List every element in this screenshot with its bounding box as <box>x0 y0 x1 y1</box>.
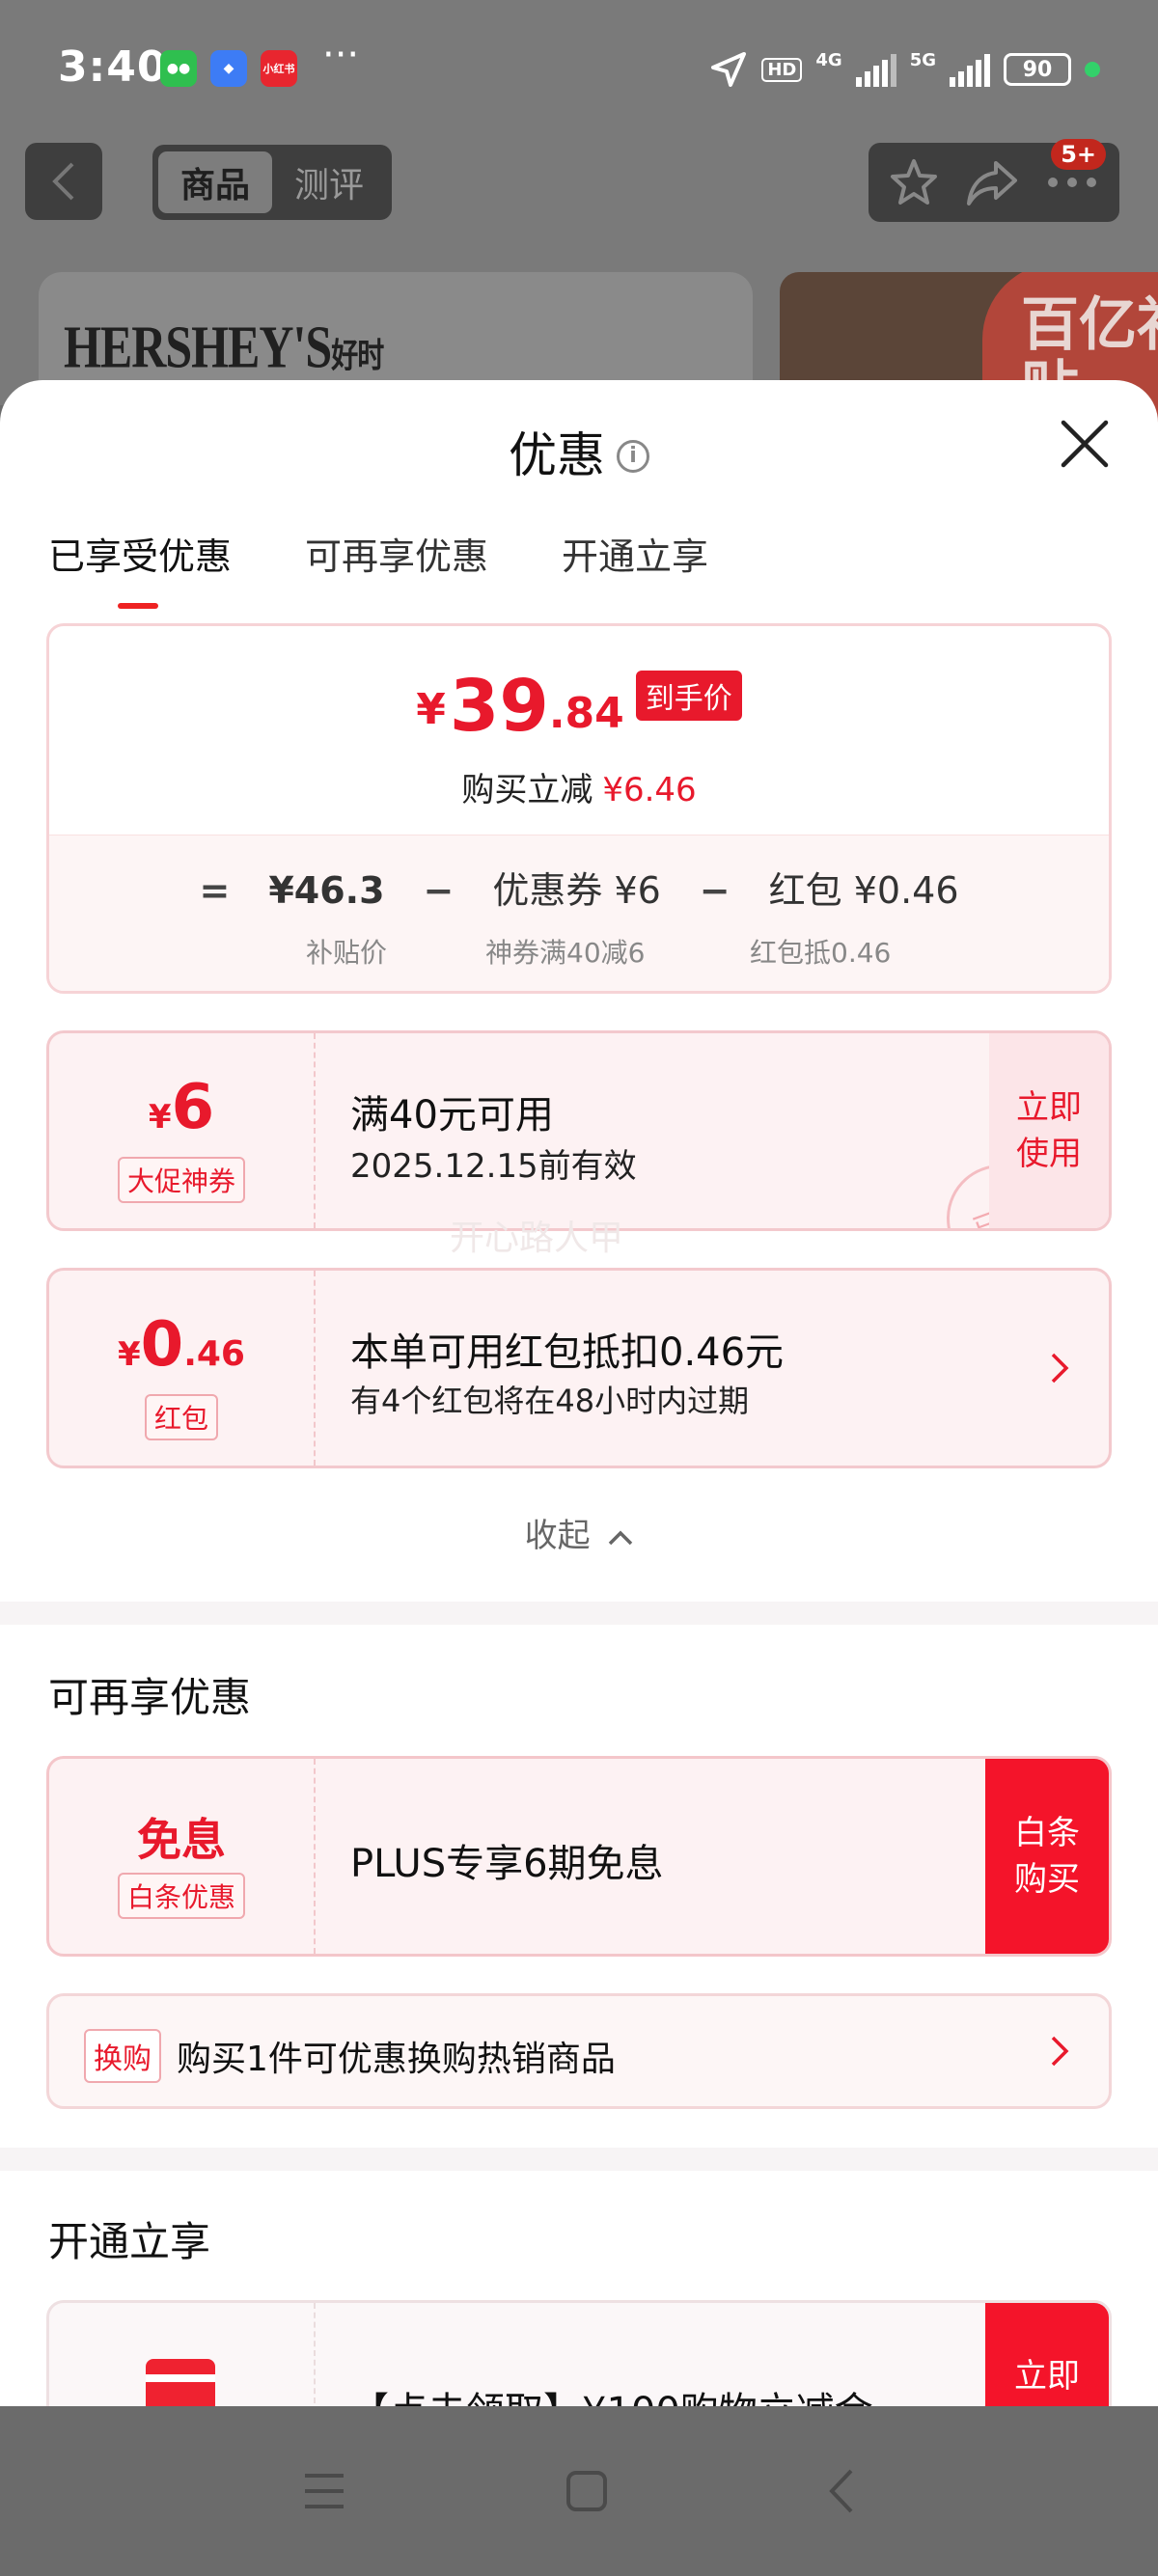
more-icon[interactable] <box>1045 175 1099 190</box>
discount-sheet: 优惠 i 已享受优惠 可再享优惠 开通立享 ¥ 39 .84 到手价 购买立减 ¥6… <box>0 380 1158 2406</box>
voucher-title: 【点击领取】¥100购物立减金 <box>350 2380 873 2406</box>
claim-now-button[interactable]: 立即 <box>985 2303 1109 2406</box>
back-nav-icon[interactable] <box>826 2467 857 2515</box>
hd-icon: HD <box>761 57 803 82</box>
redpacket-card[interactable]: ¥0.46 红包 本单可用红包抵扣0.46元 有4个红包将在48小时内过期 <box>46 1268 1112 1468</box>
redpacket-value: ¥0.46 <box>118 1309 245 1381</box>
chevron-right-icon <box>1051 1353 1069 1384</box>
star-icon[interactable] <box>889 157 939 207</box>
product-segment: 商品 测评 <box>152 145 392 220</box>
interest-free-title: PLUS专享6期免息 <box>350 1842 664 1886</box>
wechat-icon: ●● <box>160 50 197 87</box>
share-icon[interactable] <box>965 157 1019 207</box>
tab-review[interactable]: 测评 <box>272 151 386 213</box>
product-top-nav: 商品 测评 5+ <box>0 139 1158 224</box>
menu-icon[interactable] <box>301 2470 347 2512</box>
redpacket-expiry-note: 有4个红包将在48小时内过期 <box>350 1383 750 1419</box>
coupon-type-chip: 大促神券 <box>117 1157 245 1203</box>
credit-card-icon <box>146 2359 215 2406</box>
signal-icon-2 <box>950 52 990 87</box>
info-icon[interactable]: i <box>617 439 649 473</box>
section-divider <box>0 1602 1158 1625</box>
top-actions: 5+ <box>868 139 1119 222</box>
redpacket-title: 本单可用红包抵扣0.46元 <box>350 1330 785 1375</box>
shield-app-icon: ◆ <box>210 50 247 87</box>
subsidy-price: ¥46.3 <box>268 869 385 912</box>
section-title-open: 开通立享 <box>48 2218 211 2265</box>
discount-tabs: 已享受优惠 可再享优惠 开通立享 <box>48 527 708 609</box>
network-5g: 5G <box>909 50 936 70</box>
trade-in-row[interactable]: 换购 购买1件可优惠换购热销商品 <box>46 1993 1112 2109</box>
status-right: HD 4G 5G 90 <box>709 50 1100 89</box>
instant-discount: 购买立减 ¥6.46 <box>461 771 697 809</box>
section-title-more: 可再享优惠 <box>48 1674 252 1721</box>
signal-icon <box>855 52 896 87</box>
sheet-title: 优惠 i <box>0 417 1158 486</box>
battery-icon: 90 <box>1004 53 1071 86</box>
location-icon <box>711 52 747 87</box>
user-watermark: 开心路人甲 <box>450 1219 624 1258</box>
notification-badge: 5+ <box>1051 139 1106 170</box>
close-icon[interactable] <box>1058 417 1112 471</box>
section-divider <box>0 2148 1158 2171</box>
price-summary-card: ¥ 39 .84 到手价 购买立减 ¥6.46 = ¥46.3 − 优惠券 ¥6 … <box>46 623 1112 994</box>
tab-more-available[interactable]: 可再享优惠 <box>305 527 488 580</box>
trade-in-text: 购买1件可优惠换购热销商品 <box>177 2040 616 2079</box>
chevron-up-icon <box>609 1530 633 1545</box>
coupon-condition: 满40元可用 <box>350 1093 554 1137</box>
use-now-button[interactable]: 立即使用 <box>989 1033 1109 1228</box>
status-more-icon: ··· <box>322 33 360 77</box>
coupon-expiry: 2025.12.15前有效 <box>350 1147 637 1186</box>
final-price-tag: 到手价 <box>635 671 742 721</box>
brand-logo: HERSHEY'S好时 <box>64 313 384 380</box>
interest-free-value: 免息 <box>137 1814 226 1866</box>
coupon-label: 神券满40减6 <box>485 937 646 969</box>
baitiao-chip: 白条优惠 <box>117 1873 245 1919</box>
voucher-card: 【点击领取】¥100购物立减金 立即 <box>46 2300 1112 2406</box>
xiaohongshu-icon: 小红书 <box>261 50 297 87</box>
final-price: ¥ 39 .84 到手价 <box>49 671 1109 742</box>
tab-enjoyed[interactable]: 已享受优惠 <box>48 527 232 609</box>
interest-free-card: 免息 白条优惠 PLUS专享6期免息 白条购买 <box>46 1756 1112 1957</box>
redpacket-amount: 红包 ¥0.46 <box>768 869 959 912</box>
chevron-left-icon <box>52 162 74 201</box>
subsidy-label: 补贴价 <box>306 937 388 969</box>
tab-product[interactable]: 商品 <box>158 151 272 213</box>
tab-open-now[interactable]: 开通立享 <box>562 527 708 580</box>
network-4g: 4G <box>815 50 842 70</box>
coupon-amount: 优惠券 ¥6 <box>492 869 661 912</box>
price-formula: = ¥46.3 − 优惠券 ¥6 − 红包 ¥0.46 补贴价 神券满40减6 … <box>49 835 1109 991</box>
chevron-right-icon <box>1051 2036 1069 2067</box>
redpacket-chip: 红包 <box>144 1394 218 1440</box>
status-time: 3:40 <box>58 42 168 92</box>
coupon-value: ¥6 <box>148 1072 215 1143</box>
system-nav-bar <box>0 2406 1158 2576</box>
redpacket-label: 红包抵0.46 <box>750 937 892 969</box>
trade-in-chip: 换购 <box>84 2029 161 2083</box>
baitiao-buy-button[interactable]: 白条购买 <box>985 1759 1109 1954</box>
privacy-dot <box>1085 62 1100 77</box>
background-page: 3:40 ●● ◆ 小红书 ··· HD 4G 5G 90 商品 测评 5+ H… <box>0 0 1158 465</box>
collapse-toggle[interactable]: 收起 <box>0 1509 1158 1556</box>
back-button[interactable] <box>25 143 102 220</box>
coupon-card: ¥6 大促神券 满40元可用 2025.12.15前有效 已领 立即使用 <box>46 1030 1112 1231</box>
home-icon[interactable] <box>564 2468 610 2514</box>
status-bar: 3:40 ●● ◆ 小红书 ··· HD 4G 5G 90 <box>0 0 1158 135</box>
